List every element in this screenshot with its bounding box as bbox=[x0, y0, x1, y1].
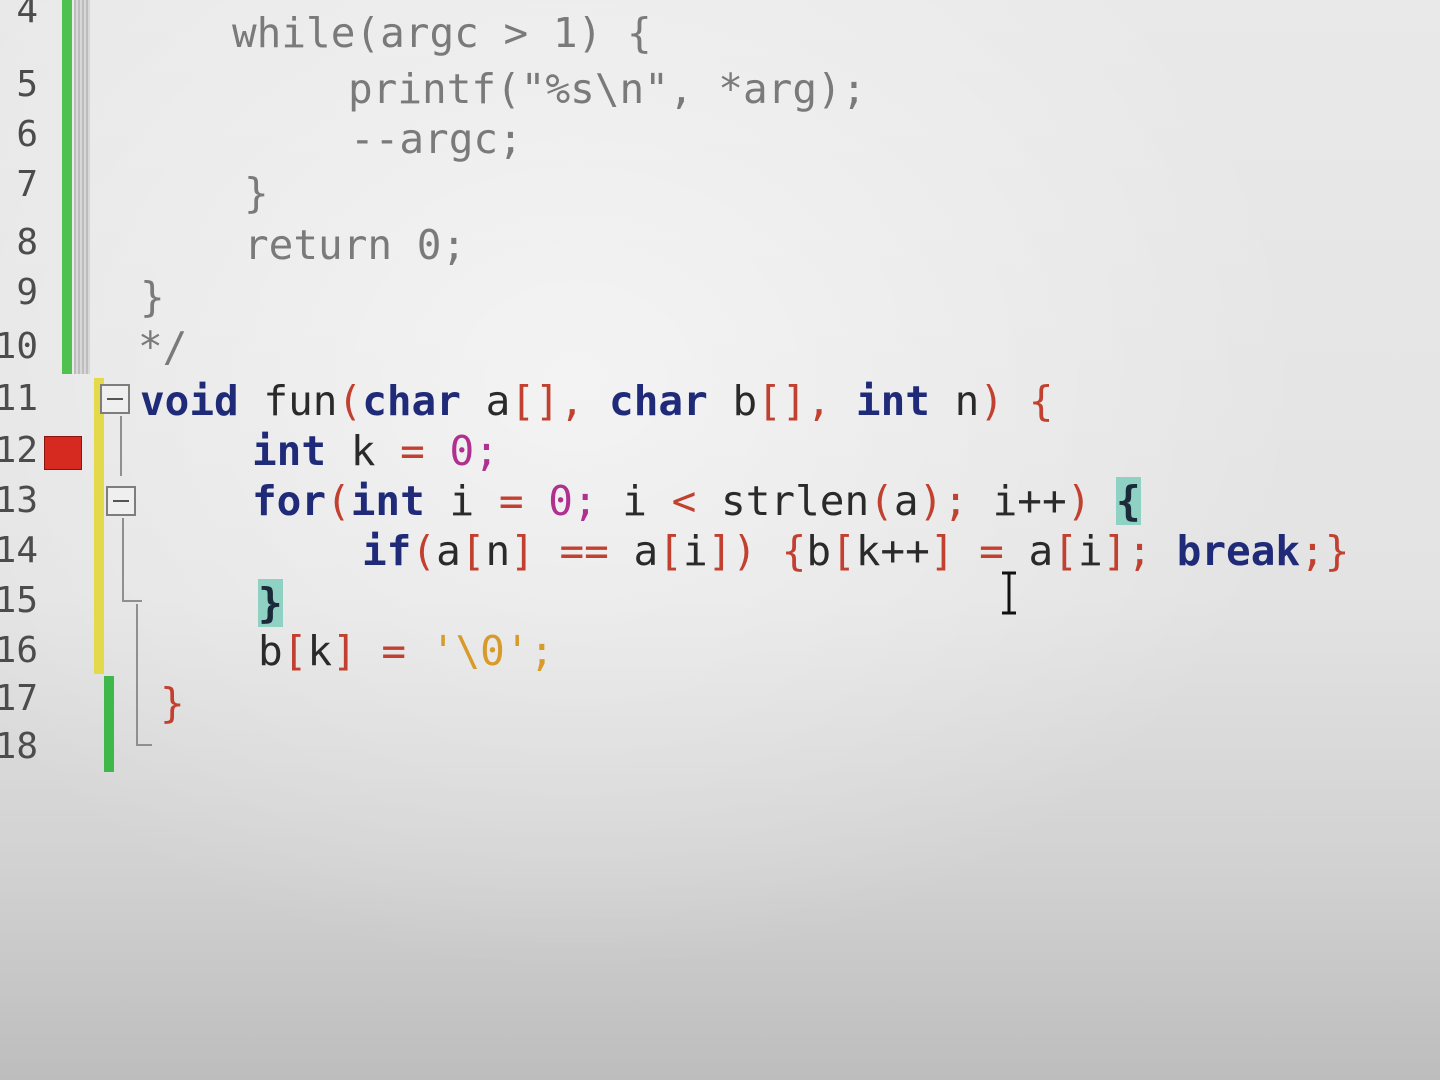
code-line-14: if(a[n] == a[i]) {b[k++] = a[i]; break;} bbox=[362, 526, 1349, 576]
code-token: for bbox=[252, 477, 327, 525]
code-line-6: --argc; bbox=[350, 114, 523, 164]
code-token: { bbox=[757, 527, 807, 575]
code-token: char bbox=[362, 377, 461, 425]
code-line-7: } bbox=[244, 168, 269, 218]
code-line-15: } bbox=[258, 578, 283, 628]
code-token: ] bbox=[332, 627, 357, 675]
code-token: ]) bbox=[707, 527, 757, 575]
code-token: } bbox=[160, 679, 185, 727]
code-token: = bbox=[474, 477, 524, 525]
code-token: '\0'; bbox=[406, 627, 555, 675]
code-token: n bbox=[929, 377, 980, 425]
code-token: [ bbox=[1053, 527, 1078, 575]
code-line-16: b[k] = '\0'; bbox=[258, 626, 554, 676]
code-token: = bbox=[954, 527, 1004, 575]
code-token: = bbox=[375, 427, 425, 475]
code-token: a bbox=[436, 527, 461, 575]
code-token: break bbox=[1152, 527, 1301, 575]
code-token: --argc; bbox=[350, 115, 523, 163]
code-token: ] bbox=[929, 527, 955, 575]
code-token: char bbox=[584, 377, 708, 425]
code-token: a bbox=[1003, 527, 1054, 575]
code-token: n bbox=[485, 527, 511, 575]
code-token: = bbox=[356, 627, 407, 675]
code-token: a bbox=[460, 377, 511, 425]
brace-match-highlight: { bbox=[1116, 477, 1141, 525]
code-token: { bbox=[1004, 377, 1054, 425]
code-token: [ bbox=[658, 527, 683, 575]
code-token: [ bbox=[460, 527, 486, 575]
code-line-4: while(argc > 1) { bbox=[232, 8, 652, 58]
code-token: } bbox=[244, 169, 269, 217]
code-token: [], bbox=[510, 377, 585, 425]
code-line-9: } bbox=[140, 272, 165, 322]
code-line-17: } bbox=[160, 678, 185, 728]
code-token: void bbox=[140, 377, 239, 425]
code-token: return 0; bbox=[244, 221, 467, 269]
code-token: i bbox=[1077, 527, 1103, 575]
code-token: a bbox=[608, 527, 659, 575]
code-token: k bbox=[307, 627, 333, 675]
code-token: fun bbox=[238, 377, 338, 425]
code-line-12: int k = 0; bbox=[252, 426, 499, 476]
code-token: ); bbox=[918, 477, 968, 525]
code-token: i bbox=[424, 477, 475, 525]
code-token: [ bbox=[831, 527, 856, 575]
code-token: ]; bbox=[1102, 527, 1152, 575]
code-token: ( bbox=[326, 477, 351, 525]
code-token: printf("%s\n", *arg); bbox=[348, 65, 867, 113]
brace-match-highlight: } bbox=[258, 579, 283, 627]
code-token: [], bbox=[757, 377, 832, 425]
code-token: ( bbox=[869, 477, 894, 525]
code-token: int bbox=[350, 477, 425, 525]
code-text-area[interactable]: while(argc > 1) { printf("%s\n", *arg); … bbox=[0, 0, 1440, 1080]
code-token: int bbox=[252, 427, 327, 475]
code-token: i bbox=[682, 527, 708, 575]
code-token: 0; bbox=[523, 477, 598, 525]
code-token: ;} bbox=[1300, 527, 1350, 575]
code-token: strlen bbox=[696, 477, 870, 525]
code-line-11: void fun(char a[], char b[], int n) { bbox=[140, 376, 1053, 426]
code-token: while(argc > 1) { bbox=[232, 9, 652, 57]
code-token: k bbox=[326, 427, 376, 475]
code-token: int bbox=[831, 377, 930, 425]
code-token: == bbox=[534, 527, 609, 575]
code-token: if bbox=[362, 527, 412, 575]
code-token: < bbox=[647, 477, 697, 525]
code-token: */ bbox=[138, 323, 188, 371]
code-token: b bbox=[258, 627, 283, 675]
code-token: i++ bbox=[967, 477, 1067, 525]
code-token: ) bbox=[1066, 477, 1092, 525]
code-token: } bbox=[140, 273, 165, 321]
code-line-13: for(int i = 0; i < strlen(a); i++) { bbox=[252, 476, 1141, 526]
code-token: ( bbox=[337, 377, 363, 425]
code-line-10: */ bbox=[138, 322, 187, 372]
code-token: ] bbox=[510, 527, 535, 575]
code-line-8: return 0; bbox=[244, 220, 466, 270]
code-token: k++ bbox=[855, 527, 930, 575]
code-line-5: printf("%s\n", *arg); bbox=[348, 64, 866, 114]
code-token: b bbox=[806, 527, 832, 575]
code-token: 0; bbox=[424, 427, 499, 475]
code-token: [ bbox=[282, 627, 308, 675]
code-token: i bbox=[597, 477, 647, 525]
code-editor-screen: 4 5 6 7 8 9 10 11 12 13 14 15 16 17 18 w… bbox=[0, 0, 1440, 1080]
code-token: b bbox=[707, 377, 758, 425]
code-token: ) bbox=[979, 377, 1005, 425]
code-token: a bbox=[893, 477, 919, 525]
text-cursor-i-beam-icon bbox=[998, 570, 1020, 616]
code-token: ( bbox=[411, 527, 437, 575]
